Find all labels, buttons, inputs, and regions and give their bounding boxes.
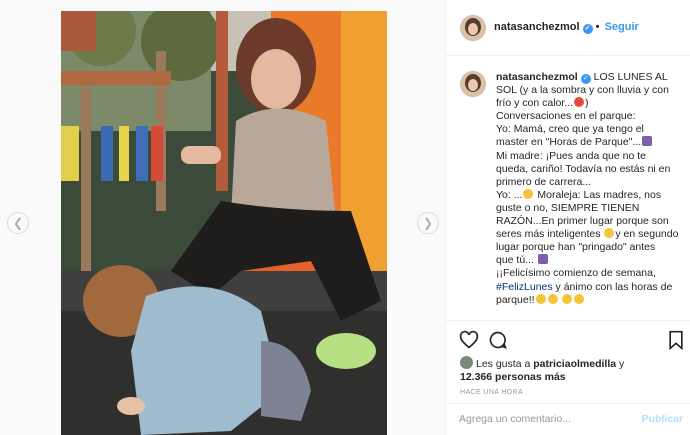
like-heart-icon[interactable] bbox=[459, 330, 479, 350]
likes-summary: Les gusta a patriciaolmedilla y 12.366 p… bbox=[460, 356, 685, 384]
caption-line: y ánimo con las horas de bbox=[555, 280, 673, 293]
caption-line: LOS LUNES AL bbox=[593, 71, 668, 83]
comment-bar: Publicar bbox=[446, 403, 690, 433]
verified-badge-icon: ✓ bbox=[582, 24, 593, 34]
woman-shrugging-emoji-icon bbox=[537, 254, 548, 265]
post-actions: Les gusta a patriciaolmedilla y 12.366 p… bbox=[446, 320, 690, 432]
park-photo-image bbox=[61, 11, 387, 435]
verified-badge-icon: ✓ bbox=[580, 74, 591, 84]
liker-username[interactable]: patriciaolmedilla bbox=[533, 358, 616, 370]
caption-line: RAZÓN...En primer lugar porque son bbox=[496, 215, 669, 228]
caption-line: guste o no, SIEMPRE TIENEN bbox=[496, 201, 640, 214]
flexed-biceps-emoji-icon bbox=[562, 293, 573, 304]
pointing-hand-emoji-icon bbox=[604, 228, 615, 239]
caption-line: master en "Horas de Parque"... bbox=[496, 136, 642, 149]
next-post-button[interactable]: ❯ bbox=[417, 212, 439, 234]
caption-line: seres más inteligentes bbox=[496, 228, 601, 241]
caption-line: primero de carrera... bbox=[496, 175, 592, 188]
comment-icon[interactable] bbox=[488, 330, 508, 350]
liker-avatar bbox=[460, 356, 473, 369]
comment-input[interactable] bbox=[459, 413, 629, 425]
post-header: natasanchezmol ✓ • Seguir bbox=[446, 0, 690, 56]
header-username[interactable]: natasanchezmol bbox=[494, 21, 580, 33]
heart-eyes-emoji-icon bbox=[574, 97, 585, 108]
likes-prefix: Les gusta a bbox=[476, 358, 531, 370]
profile-picture-icon bbox=[460, 15, 486, 41]
caption-line: parque!! bbox=[496, 293, 535, 306]
post-photo[interactable] bbox=[61, 11, 387, 435]
caption-avatar[interactable] bbox=[460, 71, 486, 97]
hashtag-link[interactable]: #FelizLunes bbox=[496, 281, 553, 293]
caption-line: Yo: ... bbox=[496, 188, 523, 201]
post-sidebar: natasanchezmol ✓ • Seguir natasanchezmol ✓… bbox=[445, 0, 690, 435]
caption-line: Mi madre: ¡Pues anda que no te bbox=[496, 149, 647, 162]
post-modal: ❮ ❯ natasanchezmol ✓ • Seguir natasanche… bbox=[0, 0, 690, 435]
caption-line: ¡¡Felicísimo comienzo de semana, bbox=[496, 267, 656, 280]
caption-username[interactable]: natasanchezmol bbox=[496, 71, 578, 83]
laughing-emoji-icon bbox=[535, 293, 546, 304]
bookmark-icon[interactable] bbox=[667, 330, 687, 351]
previous-post-button[interactable]: ❮ bbox=[7, 212, 29, 234]
profile-picture-icon bbox=[460, 71, 486, 97]
caption-line: queda, cariño! Todavía no estás ni en bbox=[496, 162, 671, 175]
avatar[interactable] bbox=[460, 15, 486, 41]
woman-shrugging-emoji-icon bbox=[642, 136, 653, 147]
caption-line: que tú... bbox=[496, 254, 534, 267]
post-caption: natasanchezmol ✓ LOS LUNES AL SOL (y a la… bbox=[496, 71, 686, 307]
likes-count[interactable]: 12.366 personas más bbox=[460, 371, 566, 383]
likes-joiner: y bbox=[619, 358, 625, 370]
flexed-biceps-emoji-icon bbox=[574, 293, 585, 304]
separator-dot: • bbox=[595, 21, 600, 33]
header-user-line: natasanchezmol ✓ • Seguir bbox=[494, 21, 639, 34]
publish-button[interactable]: Publicar bbox=[642, 413, 683, 425]
caption-line: frío y con calor... bbox=[496, 97, 574, 110]
caption-line: y en segundo bbox=[615, 228, 679, 241]
caption-line: Conversaciones en el parque: bbox=[496, 110, 636, 123]
caption-line: SOL (y a la sombra y con lluvia y con bbox=[496, 84, 669, 97]
caption-line: Moraleja: Las madres, nos bbox=[537, 188, 662, 201]
caption-line: lugar porque han "pringado" antes bbox=[496, 241, 656, 254]
post-timestamp[interactable]: HACE UNA HORA bbox=[460, 389, 523, 396]
laughing-emoji-icon bbox=[547, 293, 558, 304]
confused-face-emoji-icon bbox=[523, 188, 534, 199]
follow-button[interactable]: Seguir bbox=[605, 21, 639, 33]
caption-line: Yo: Mamá, creo que ya tengo el bbox=[496, 123, 644, 136]
